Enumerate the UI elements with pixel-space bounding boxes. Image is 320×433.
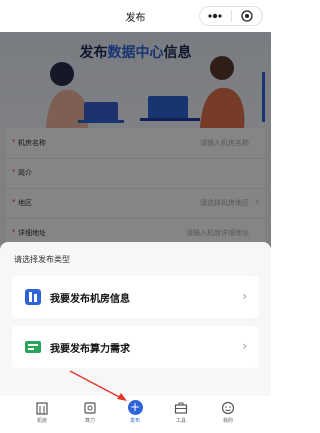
option-publish-idc[interactable]: 我要发布机房信息 › [12,276,259,318]
page-title: 发布 [125,12,146,24]
user-icon [221,401,235,415]
option-publish-compute[interactable]: 我要发布算力需求 › [12,326,259,368]
target-close-icon [241,10,253,22]
tab-label: 算力 [84,418,95,424]
tab-tools[interactable]: 工具 [158,399,204,431]
toolbox-icon [174,402,188,414]
building-icon [36,402,48,415]
option-label: 我要发布算力需求 [50,344,130,355]
tab-label: 我的 [222,418,233,424]
sheet-title: 请选择发布类型 [14,255,70,264]
option-label: 我要发布机房信息 [50,294,130,305]
tab-bar: 机房 算力 + 发布 工具 我的 [0,396,271,433]
tab-mine[interactable]: 我的 [205,399,251,431]
tab-compute[interactable]: 算力 [67,399,113,431]
more-menu-button[interactable] [200,7,231,25]
building-icon [25,289,41,305]
chevron-right-icon: › [242,289,247,303]
chevron-right-icon: › [242,339,247,353]
server-icon [25,341,41,353]
plus-icon: + [127,400,143,415]
more-dots-icon [208,13,222,19]
tab-publish[interactable]: + 发布 [112,399,158,431]
tab-label: 工具 [175,418,186,424]
server-icon [84,402,96,414]
navigation-bar: 发布 [0,0,271,32]
tab-idc[interactable]: 机房 [19,399,65,431]
tab-label: 机房 [36,418,47,424]
close-miniprogram-button[interactable] [232,7,263,25]
tab-label: 发布 [129,418,140,424]
mini-program-capsule [199,6,263,26]
